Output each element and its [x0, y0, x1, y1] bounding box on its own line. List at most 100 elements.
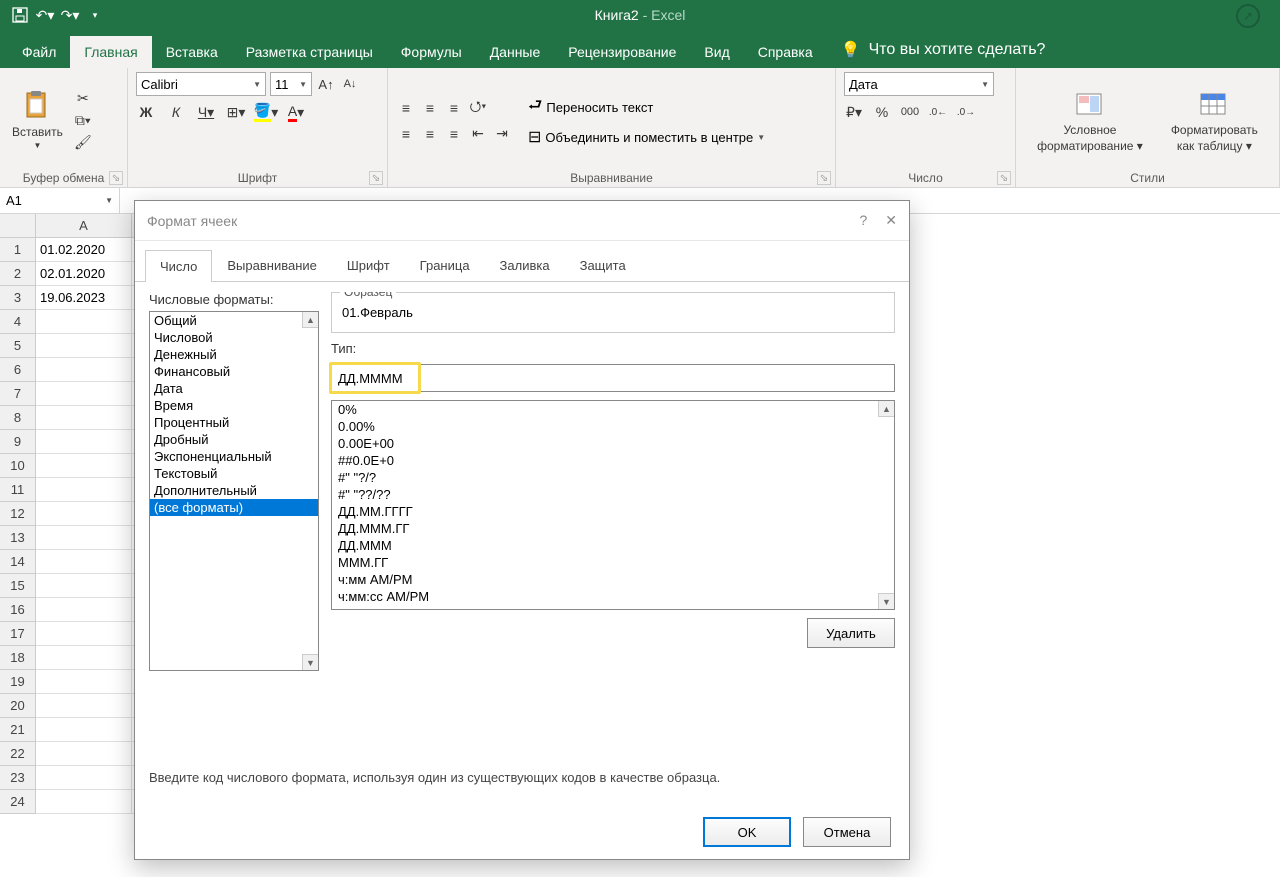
cell[interactable]: [36, 526, 132, 550]
row-header[interactable]: 17: [0, 622, 36, 646]
category-item[interactable]: Текстовый: [150, 465, 318, 482]
increase-decimal-icon[interactable]: .0←: [928, 102, 948, 122]
conditional-formatting-button[interactable]: Условное форматирование ▾: [1033, 87, 1147, 155]
paste-button[interactable]: Вставить ▼: [8, 89, 67, 152]
cell[interactable]: [36, 358, 132, 382]
tab-review[interactable]: Рецензирование: [554, 36, 690, 68]
category-item[interactable]: Финансовый: [150, 363, 318, 380]
row-header[interactable]: 20: [0, 694, 36, 718]
clipboard-launcher[interactable]: ⬂: [109, 171, 123, 185]
row-header[interactable]: 22: [0, 742, 36, 766]
cell[interactable]: [36, 790, 132, 814]
type-list-item[interactable]: ##0.0E+0: [332, 452, 894, 469]
cell[interactable]: [36, 454, 132, 478]
row-header[interactable]: 13: [0, 526, 36, 550]
align-bottom-icon[interactable]: ≡: [444, 98, 464, 118]
dialog-tab-protection[interactable]: Защита: [565, 249, 641, 281]
percent-format-icon[interactable]: %: [872, 102, 892, 122]
cell[interactable]: [36, 334, 132, 358]
select-all-corner[interactable]: [0, 214, 36, 238]
tab-home[interactable]: Главная: [70, 36, 151, 68]
format-as-table-button[interactable]: Форматировать как таблицу ▾: [1167, 87, 1262, 155]
cell[interactable]: 01.02.2020: [36, 238, 132, 262]
type-list-item[interactable]: ДД.МММ: [332, 537, 894, 554]
wrap-text-button[interactable]: ⮐ Переносить текст: [528, 94, 765, 121]
type-list-item[interactable]: #" "?/?: [332, 469, 894, 486]
row-header[interactable]: 10: [0, 454, 36, 478]
dialog-tab-fill[interactable]: Заливка: [485, 249, 565, 281]
type-list[interactable]: ▲ ▼ 0%0.00%0.00E+00##0.0E+0#" "?/?#" "??…: [331, 400, 895, 610]
cell[interactable]: [36, 430, 132, 454]
row-header[interactable]: 8: [0, 406, 36, 430]
cell[interactable]: [36, 574, 132, 598]
comma-format-icon[interactable]: 000: [900, 102, 920, 122]
row-header[interactable]: 11: [0, 478, 36, 502]
cell[interactable]: [36, 718, 132, 742]
merge-center-button[interactable]: ⊟ Объединить и поместить в центре ▼: [528, 127, 765, 147]
decrease-indent-icon[interactable]: ⇤: [468, 124, 488, 144]
cancel-button[interactable]: Отмена: [803, 817, 891, 847]
accounting-format-icon[interactable]: ₽▾: [844, 102, 864, 122]
category-item[interactable]: Общий: [150, 312, 318, 329]
cell[interactable]: 19.06.2023: [36, 286, 132, 310]
cell[interactable]: 02.01.2020: [36, 262, 132, 286]
dialog-tab-alignment[interactable]: Выравнивание: [212, 249, 331, 281]
save-icon[interactable]: [10, 5, 30, 25]
row-header[interactable]: 4: [0, 310, 36, 334]
cell[interactable]: [36, 742, 132, 766]
cell[interactable]: [36, 550, 132, 574]
format-painter-icon[interactable]: 🖌: [73, 133, 93, 153]
tab-page-layout[interactable]: Разметка страницы: [232, 36, 387, 68]
tab-view[interactable]: Вид: [690, 36, 743, 68]
font-launcher[interactable]: ⬂: [369, 171, 383, 185]
cell[interactable]: [36, 694, 132, 718]
font-size-select[interactable]: 11▼: [270, 72, 312, 96]
row-header[interactable]: 1: [0, 238, 36, 262]
cell[interactable]: [36, 310, 132, 334]
increase-font-icon[interactable]: A↑: [316, 74, 336, 94]
row-header[interactable]: 9: [0, 430, 36, 454]
fill-color-icon[interactable]: 🪣▾: [256, 102, 276, 122]
row-header[interactable]: 19: [0, 670, 36, 694]
bold-button[interactable]: Ж: [136, 102, 156, 122]
cut-icon[interactable]: ✂: [73, 89, 93, 109]
number-launcher[interactable]: ⬂: [997, 171, 1011, 185]
tab-data[interactable]: Данные: [476, 36, 555, 68]
cell[interactable]: [36, 598, 132, 622]
alignment-launcher[interactable]: ⬂: [817, 171, 831, 185]
share-icon[interactable]: ↗: [1236, 4, 1260, 28]
increase-indent-icon[interactable]: ⇥: [492, 124, 512, 144]
type-list-item[interactable]: МММ.ГГ: [332, 554, 894, 571]
tab-insert[interactable]: Вставка: [152, 36, 232, 68]
scroll-up-icon[interactable]: ▲: [302, 312, 318, 328]
row-header[interactable]: 12: [0, 502, 36, 526]
align-middle-icon[interactable]: ≡: [420, 98, 440, 118]
copy-icon[interactable]: ⧉▾: [73, 111, 93, 131]
type-list-item[interactable]: 0.00E+00: [332, 435, 894, 452]
row-header[interactable]: 14: [0, 550, 36, 574]
category-item[interactable]: Дата: [150, 380, 318, 397]
category-item[interactable]: Экспоненциальный: [150, 448, 318, 465]
decrease-font-icon[interactable]: A↓: [340, 74, 360, 94]
scroll-up-icon[interactable]: ▲: [878, 401, 894, 417]
row-header[interactable]: 6: [0, 358, 36, 382]
tab-formulas[interactable]: Формулы: [387, 36, 476, 68]
row-header[interactable]: 23: [0, 766, 36, 790]
tell-me-search[interactable]: 💡 Что вы хотите сделать?: [827, 32, 1060, 68]
row-header[interactable]: 21: [0, 718, 36, 742]
italic-button[interactable]: К: [166, 102, 186, 122]
tab-file[interactable]: Файл: [8, 36, 70, 68]
ok-button[interactable]: OK: [703, 817, 791, 847]
category-item[interactable]: Числовой: [150, 329, 318, 346]
qat-customize-icon[interactable]: ▾: [85, 5, 105, 25]
row-header[interactable]: 5: [0, 334, 36, 358]
cell[interactable]: [36, 646, 132, 670]
type-input[interactable]: [331, 364, 895, 392]
tab-help[interactable]: Справка: [744, 36, 827, 68]
dialog-tab-number[interactable]: Число: [145, 250, 212, 282]
close-icon[interactable]: ✕: [885, 212, 897, 229]
row-header[interactable]: 16: [0, 598, 36, 622]
decrease-decimal-icon[interactable]: .0→: [956, 102, 976, 122]
cell[interactable]: [36, 406, 132, 430]
name-box[interactable]: A1 ▼: [0, 188, 120, 213]
